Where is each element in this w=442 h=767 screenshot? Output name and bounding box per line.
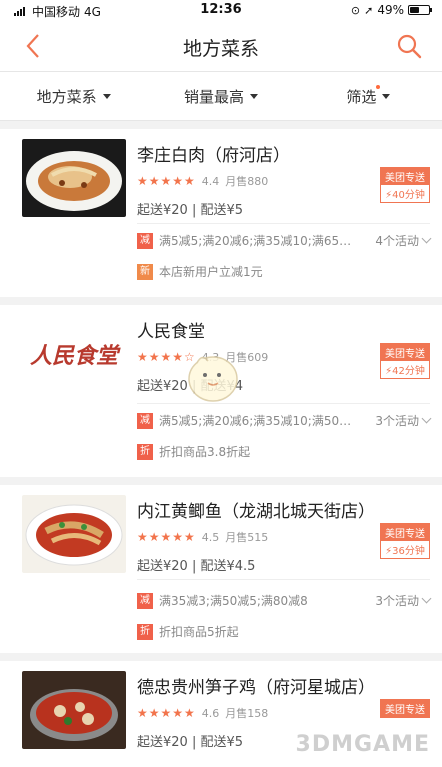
promo-text: 折扣商品5折起 [159, 625, 239, 639]
shop-card[interactable]: 人民食堂 人民食堂 ★★★★☆ 4.3 月售609 起送¥20 | 配送¥4 美… [0, 305, 442, 477]
promo-text: 本店新用户立减1元 [159, 265, 263, 279]
shop-name: 德忠贵州笋子鸡（府河星城店） [137, 678, 375, 698]
delivery-info: 起送¥20 | 配送¥5 [137, 735, 243, 750]
search-icon[interactable] [396, 33, 422, 59]
nav-bar: 地方菜系 [0, 20, 442, 72]
caret-down-icon [382, 94, 391, 99]
battery-fill [410, 7, 419, 13]
monthly-sales: 月售880 [225, 175, 269, 188]
filter-indicator-dot [375, 85, 380, 89]
shop-thumbnail [22, 671, 126, 749]
promo-text: 满5减5;满20减6;满35减10;满50… [159, 414, 352, 428]
logo-text: 人民食堂 [29, 343, 118, 369]
shop-thumbnail [22, 139, 126, 217]
mascot-sticker [188, 356, 238, 402]
star-rating-icon: ★★★★★ [137, 530, 196, 544]
monthly-sales: 月售158 [225, 707, 269, 720]
promo-count: 4个活动 [375, 234, 419, 248]
divider [137, 223, 430, 224]
discount-tag: 减 [137, 592, 153, 609]
promo-row[interactable]: 减 满5减5;满20减6;满35减10;满65… 4个活动 [137, 232, 432, 249]
promo-count: 3个活动 [375, 414, 419, 428]
promo-text: 折扣商品3.8折起 [159, 445, 251, 459]
shop-thumbnail [22, 495, 126, 573]
chevron-down-icon [421, 593, 432, 604]
promo-row[interactable]: 减 满35减3;满50减5;满80减8 3个活动 [137, 592, 432, 609]
shop-logo: 人民食堂 [22, 315, 126, 393]
shop-card[interactable]: 李庄白肉（府河店） ★★★★★ 4.4 月售880 起送¥20 | 配送¥5 美… [0, 129, 442, 297]
shop-rating: ★★★★★ 4.6 月售158 [137, 705, 268, 721]
delivery-info: 起送¥20 | 配送¥4.5 [137, 559, 256, 574]
delivery-badge-label: 美团专送 [381, 168, 429, 185]
delivery-badge: 美团专送 ⚡36分钟 [380, 523, 430, 559]
delivery-badge-label: 美团专送 [381, 344, 429, 361]
section-gap [0, 477, 442, 485]
filter-sort-label: 销量最高 [183, 88, 244, 106]
divider [137, 579, 430, 580]
divider [137, 403, 430, 404]
shop-rating: ★★★★★ 4.5 月售515 [137, 529, 268, 545]
discount-tag: 减 [137, 412, 153, 429]
status-bar: 中国移动 4G 12:36 ⊙ ➚ 49% [0, 0, 442, 20]
watermark: 3DMGAME [295, 732, 430, 757]
delivery-badge: 美团专送 [380, 699, 430, 718]
promo-more[interactable]: 3个活动 [375, 592, 432, 609]
shop-card[interactable]: 内江黄鲫鱼（龙湖北城天街店） ★★★★★ 4.5 月售515 起送¥20 | 配… [0, 485, 442, 653]
monthly-sales: 月售515 [225, 531, 269, 544]
delivery-info: 起送¥20 | 配送¥5 [137, 203, 243, 218]
delivery-eta: ⚡36分钟 [385, 546, 425, 557]
promo-row[interactable]: 减 满5减5;满20减6;满35减10;满50… 3个活动 [137, 412, 432, 429]
shop-name: 内江黄鲫鱼（龙湖北城天街店） [137, 502, 375, 522]
promo-row: 折 折扣商品5折起 [137, 623, 430, 640]
shop-name: 人民食堂 [137, 322, 205, 342]
promo-more[interactable]: 3个活动 [375, 412, 432, 429]
promo-row: 折 折扣商品3.8折起 [137, 443, 430, 460]
delivery-badge-label: 美团专送 [381, 524, 429, 541]
delivery-badge-label: 美团专送 [381, 700, 429, 717]
section-gap [0, 297, 442, 305]
rating-value: 4.4 [201, 174, 220, 188]
location-icon: ➚ [364, 3, 374, 17]
chevron-down-icon [421, 233, 432, 244]
shop-rating: ★★★★★ 4.4 月售880 [137, 173, 268, 189]
battery-label: 49% [377, 3, 404, 17]
delivery-eta: ⚡40分钟 [385, 190, 425, 201]
chevron-down-icon [421, 413, 432, 424]
section-gap [0, 653, 442, 661]
delivery-badge: 美团专送 ⚡42分钟 [380, 343, 430, 379]
shop-name: 李庄白肉（府河店） [137, 146, 290, 166]
new-user-tag: 新 [137, 263, 153, 280]
filter-bar: 地方菜系 销量最高 筛选 [0, 73, 442, 121]
delivery-badge: 美团专送 ⚡40分钟 [380, 167, 430, 203]
promo-text: 满35减3;满50减5;满80减8 [159, 594, 308, 608]
promo-count: 3个活动 [375, 594, 419, 608]
caret-down-icon [102, 94, 111, 99]
delivery-eta: ⚡42分钟 [385, 366, 425, 377]
rating-value: 4.6 [201, 706, 220, 720]
filter-cuisine-label: 地方菜系 [36, 88, 97, 106]
section-gap [0, 121, 442, 129]
page-title: 地方菜系 [182, 38, 259, 60]
promo-text: 满5减5;满20减6;满35减10;满65… [159, 234, 352, 248]
status-right: ⊙ ➚ 49% [350, 3, 432, 17]
filter-screen-label: 筛选 [346, 88, 377, 106]
rating-value: 4.5 [201, 530, 220, 544]
filter-sort[interactable]: 销量最高 [147, 73, 294, 120]
star-rating-icon: ★★★★★ [137, 174, 196, 188]
discount-tag: 折 [137, 623, 153, 640]
filter-cuisine[interactable]: 地方菜系 [0, 73, 147, 120]
discount-tag: 减 [137, 232, 153, 249]
filter-screen[interactable]: 筛选 [295, 73, 442, 120]
promo-row: 新 本店新用户立减1元 [137, 263, 430, 280]
rotation-lock-icon: ⊙ [350, 3, 361, 17]
caret-down-icon [250, 94, 258, 99]
discount-tag: 折 [137, 443, 153, 460]
promo-more[interactable]: 4个活动 [375, 232, 432, 249]
star-rating-icon: ★★★★★ [137, 706, 196, 720]
battery-icon [408, 5, 432, 15]
